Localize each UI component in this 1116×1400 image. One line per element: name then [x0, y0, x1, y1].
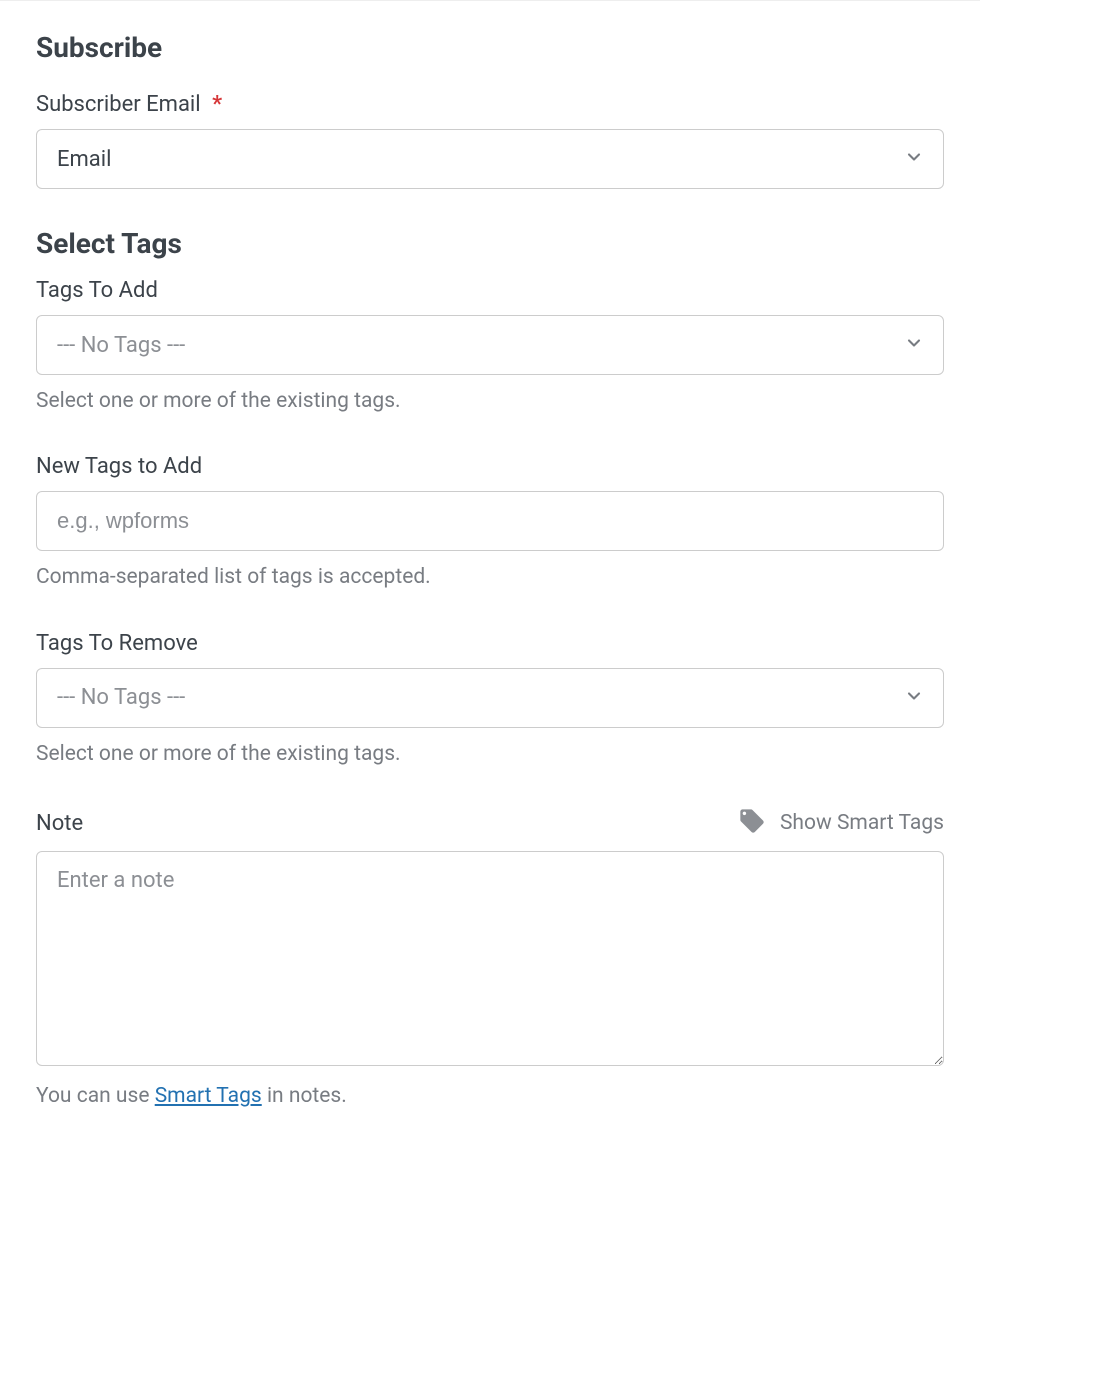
subscriber-email-label: Subscriber Email *: [36, 92, 944, 117]
new-tags-input[interactable]: [36, 491, 944, 551]
tags-to-remove-field: Tags To Remove --- No Tags --- Select on…: [36, 631, 944, 769]
new-tags-label: New Tags to Add: [36, 454, 944, 479]
tags-to-add-label: Tags To Add: [36, 278, 944, 303]
smart-tags-link[interactable]: Smart Tags: [155, 1084, 262, 1108]
note-help: You can use Smart Tags in notes.: [36, 1082, 944, 1111]
subscriber-email-select[interactable]: Email: [36, 129, 944, 189]
tags-to-remove-placeholder: --- No Tags ---: [57, 685, 185, 710]
select-tags-heading: Select Tags: [36, 227, 944, 260]
tags-to-remove-label: Tags To Remove: [36, 631, 944, 656]
note-field: Note Show Smart Tags You can use Smart T…: [36, 807, 944, 1111]
new-tags-field: New Tags to Add Comma-separated list of …: [36, 454, 944, 592]
tags-to-remove-help: Select one or more of the existing tags.: [36, 740, 944, 769]
tag-icon: [738, 807, 766, 839]
note-textarea[interactable]: [36, 851, 944, 1066]
tags-to-add-select[interactable]: --- No Tags ---: [36, 315, 944, 375]
tags-to-remove-select[interactable]: --- No Tags ---: [36, 668, 944, 728]
tags-to-add-placeholder: --- No Tags ---: [57, 333, 185, 358]
required-asterisk-icon: *: [212, 92, 222, 117]
subscribe-heading: Subscribe: [36, 31, 944, 64]
tags-to-add-help: Select one or more of the existing tags.: [36, 387, 944, 416]
note-label: Note: [36, 811, 83, 836]
subscriber-email-value: Email: [57, 147, 111, 172]
show-smart-tags-button[interactable]: Show Smart Tags: [738, 807, 944, 839]
subscriber-email-field: Subscriber Email * Email: [36, 92, 944, 189]
new-tags-help: Comma-separated list of tags is accepted…: [36, 563, 944, 592]
tags-to-add-field: Tags To Add --- No Tags --- Select one o…: [36, 278, 944, 416]
show-smart-tags-label: Show Smart Tags: [780, 811, 944, 835]
